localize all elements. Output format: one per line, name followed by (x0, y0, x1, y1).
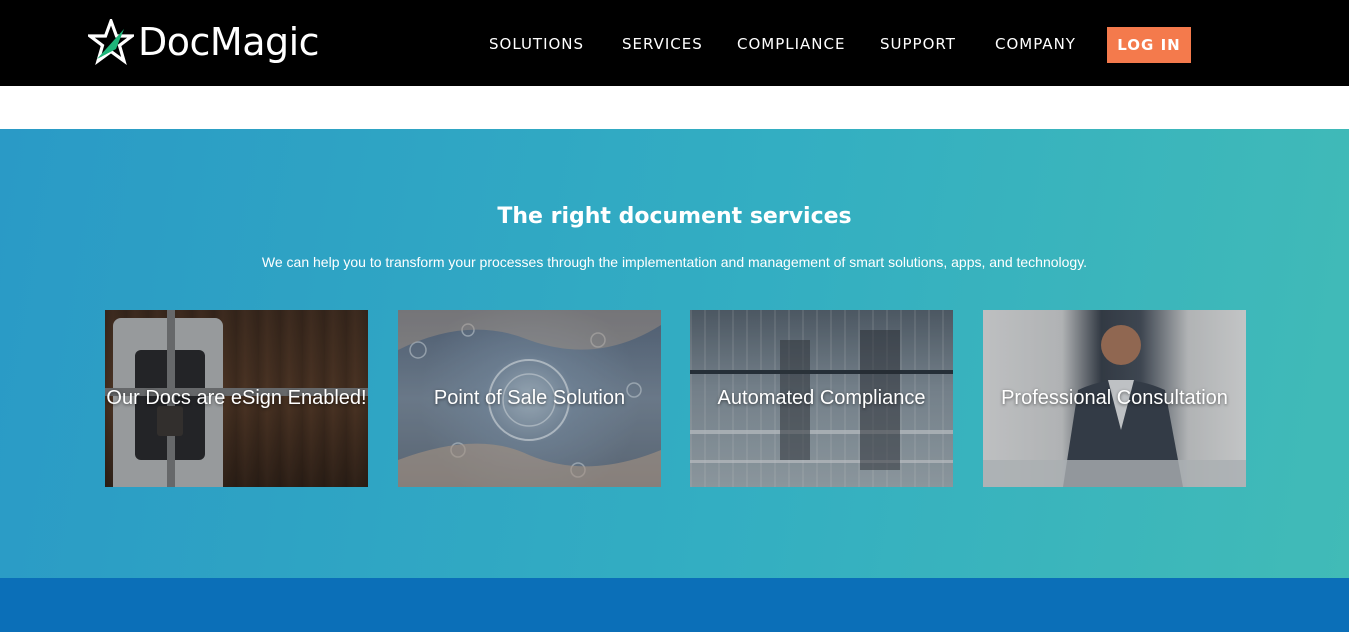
card-professional-consultation[interactable]: Professional Consultation (983, 310, 1246, 487)
site-header: DocMagic SOLUTIONS SERVICES COMPLIANCE S… (0, 0, 1349, 86)
services-subtitle: We can help you to transform your proces… (261, 254, 1088, 270)
login-button[interactable]: LOG IN (1107, 27, 1191, 63)
nav-services[interactable]: SERVICES (622, 35, 703, 53)
nav-compliance[interactable]: COMPLIANCE (737, 35, 845, 53)
card-label: Point of Sale Solution (433, 387, 626, 409)
nav-company[interactable]: COMPANY (995, 35, 1076, 53)
nav-support[interactable]: SUPPORT (880, 35, 956, 53)
card-esign[interactable]: Our Docs are eSign Enabled! (105, 310, 368, 487)
nav-solutions[interactable]: SOLUTIONS (489, 35, 584, 53)
card-label: Automated Compliance (717, 387, 926, 409)
header-spacer (0, 86, 1349, 129)
services-title: The right document services (497, 204, 852, 229)
card-label: Our Docs are eSign Enabled! (106, 387, 367, 409)
card-point-of-sale[interactable]: Point of Sale Solution (398, 310, 661, 487)
next-section-band (0, 578, 1349, 632)
services-section: The right document services We can help … (0, 129, 1349, 578)
card-label: Professional Consultation (1001, 387, 1228, 409)
card-automated-compliance[interactable]: Automated Compliance (690, 310, 953, 487)
